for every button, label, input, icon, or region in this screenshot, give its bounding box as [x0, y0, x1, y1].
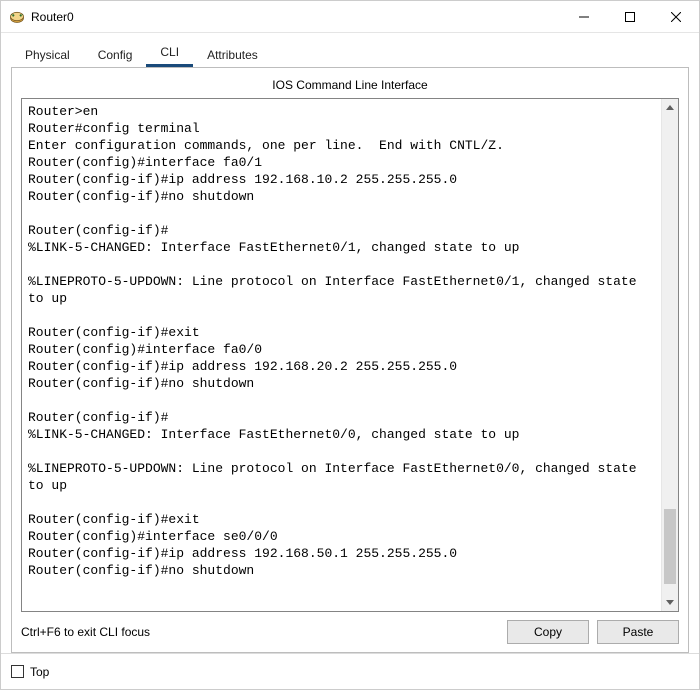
cli-panel: IOS Command Line Interface Router>en Rou…: [11, 67, 689, 653]
copy-button[interactable]: Copy: [507, 620, 589, 644]
tab-cli[interactable]: CLI: [146, 40, 193, 67]
top-checkbox[interactable]: [11, 665, 24, 678]
panel-title: IOS Command Line Interface: [21, 74, 679, 98]
maximize-button[interactable]: [607, 1, 653, 32]
tab-attributes[interactable]: Attributes: [193, 43, 272, 67]
app-window: Router0 Physical Config CLI Attributes I…: [0, 0, 700, 690]
window-title: Router0: [31, 10, 561, 24]
footer: Top: [1, 653, 699, 689]
titlebar: Router0: [1, 1, 699, 33]
minimize-button[interactable]: [561, 1, 607, 32]
scroll-thumb[interactable]: [664, 509, 676, 584]
router-app-icon: [9, 9, 25, 25]
scroll-down-icon[interactable]: [662, 594, 678, 611]
tab-config[interactable]: Config: [84, 43, 147, 67]
cli-scrollbar[interactable]: [661, 99, 678, 611]
tab-physical[interactable]: Physical: [11, 43, 84, 67]
cli-focus-hint: Ctrl+F6 to exit CLI focus: [21, 625, 499, 639]
close-button[interactable]: [653, 1, 699, 32]
top-checkbox-label: Top: [30, 665, 49, 679]
content-area: Physical Config CLI Attributes IOS Comma…: [1, 33, 699, 653]
button-row: Ctrl+F6 to exit CLI focus Copy Paste: [21, 620, 679, 644]
paste-button[interactable]: Paste: [597, 620, 679, 644]
cli-container: Router>en Router#config terminal Enter c…: [21, 98, 679, 612]
scroll-up-icon[interactable]: [662, 99, 678, 116]
window-controls: [561, 1, 699, 32]
tabs: Physical Config CLI Attributes: [11, 41, 689, 67]
cli-terminal[interactable]: Router>en Router#config terminal Enter c…: [22, 99, 661, 611]
